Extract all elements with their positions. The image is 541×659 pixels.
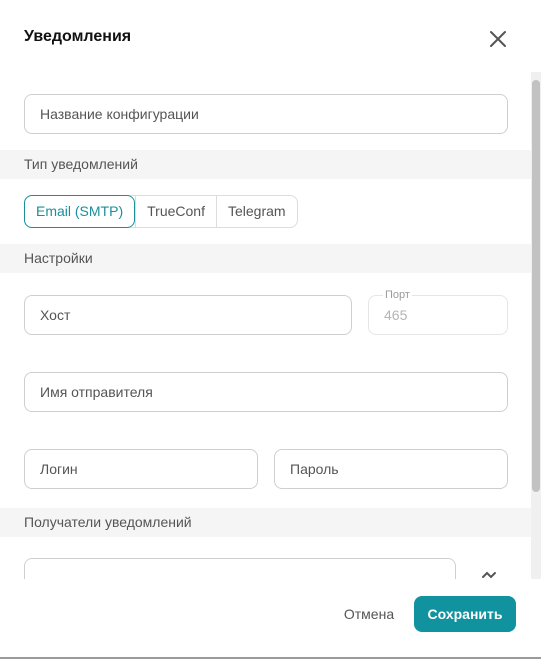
config-name-field[interactable] — [24, 94, 508, 134]
tab-email-smtp[interactable]: Email (SMTP) — [24, 195, 136, 228]
password-field[interactable] — [274, 449, 508, 489]
port-field: Порт — [368, 288, 508, 335]
close-icon — [490, 31, 506, 47]
host-field[interactable] — [24, 295, 352, 335]
cancel-button[interactable]: Отмена — [330, 596, 408, 632]
port-label: Порт — [383, 288, 412, 302]
close-button[interactable] — [485, 26, 511, 52]
tab-trueconf[interactable]: TrueConf — [135, 196, 216, 227]
notification-type-header: Тип уведомлений — [0, 150, 531, 179]
save-button[interactable]: Сохранить — [414, 596, 516, 632]
notifications-dialog: Уведомления Тип уведомлений Email (SMTP)… — [0, 0, 541, 659]
sender-name-input[interactable] — [25, 373, 507, 411]
config-name-input[interactable] — [25, 95, 507, 133]
sender-name-field[interactable] — [24, 372, 508, 412]
dialog-title: Уведомления — [24, 28, 132, 45]
login-input[interactable] — [25, 450, 257, 488]
host-input[interactable] — [25, 296, 351, 334]
settings-header: Настройки — [0, 244, 531, 273]
login-field[interactable] — [24, 449, 258, 489]
password-input[interactable] — [275, 450, 507, 488]
recipients-header: Получатели уведомлений — [0, 508, 531, 537]
notification-type-selector: Email (SMTP) TrueConf Telegram — [24, 195, 298, 228]
scrollbar-thumb[interactable] — [532, 80, 540, 492]
tab-telegram[interactable]: Telegram — [215, 196, 297, 227]
